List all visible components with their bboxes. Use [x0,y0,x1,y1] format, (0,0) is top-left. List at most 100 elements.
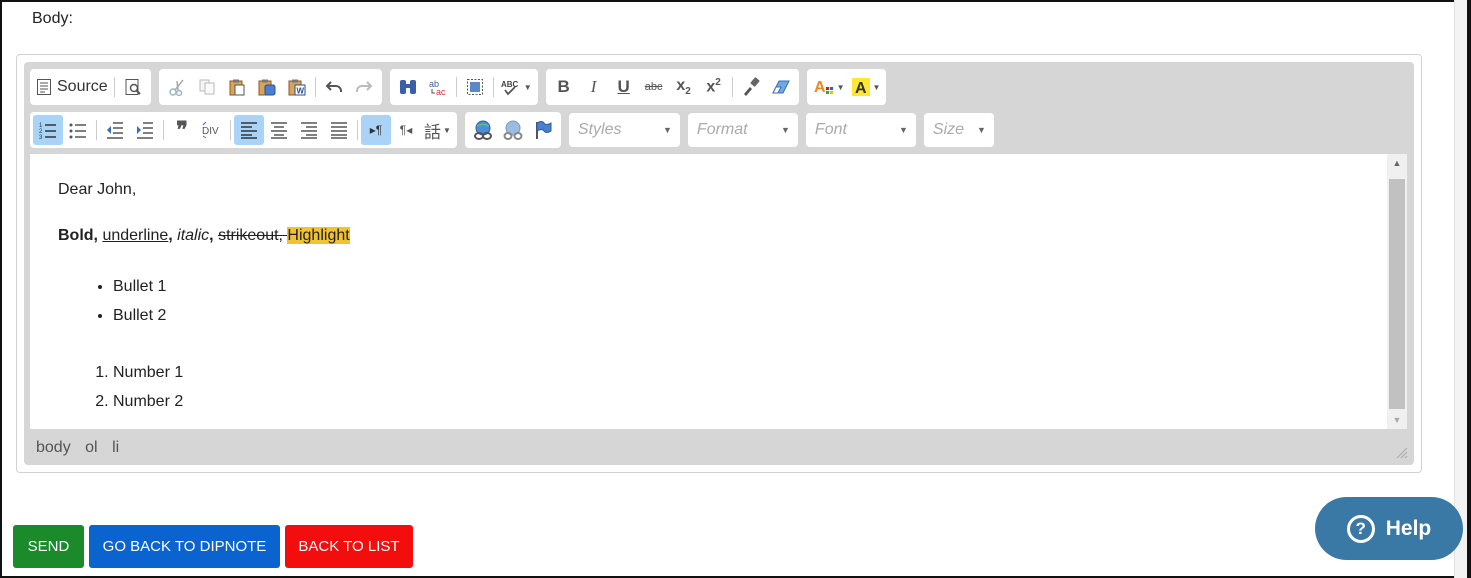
send-button[interactable]: SEND [13,525,84,568]
body-label: Body: [32,10,73,27]
paste-word-button[interactable]: W [282,72,312,102]
help-button[interactable]: ? Help [1315,497,1463,560]
background-color-button[interactable]: A ▼ [848,72,884,102]
size-dropdown[interactable]: Size ▼ [923,113,994,147]
align-center-button[interactable] [264,115,294,145]
editor-scrollbar[interactable]: ▲ ▼ [1387,154,1407,429]
list-item: Number 1 [113,358,1359,387]
anchor-button[interactable] [528,115,558,145]
font-dropdown-label: Font [814,121,847,138]
text-direction-rtl-button[interactable]: ¶◂ [391,115,421,145]
redo-button[interactable] [349,72,379,102]
svg-text:ac: ac [436,87,446,96]
chevron-down-icon: ▼ [977,125,986,135]
language-button[interactable]: 話 ▼ [421,115,454,145]
copy-format-button[interactable] [736,72,766,102]
source-button[interactable]: Source [33,72,111,102]
scissors-icon [168,78,186,96]
select-all-button[interactable] [460,72,490,102]
format-dropdown[interactable]: Format ▼ [687,113,798,147]
underline-button[interactable]: U [609,72,639,102]
italic-text: italic [177,227,210,244]
bulleted-list: Bullet 1 Bullet 2 [58,272,1359,330]
strike-button[interactable]: abc [639,72,669,102]
numbered-list-icon: 123 [38,120,58,140]
toolbar-separator [230,120,231,140]
path-item-ol[interactable]: ol [85,439,97,456]
list-item: Number 2 [113,387,1359,416]
paste-text-icon [257,78,277,96]
path-item-li[interactable]: li [112,439,119,456]
align-left-button[interactable] [234,115,264,145]
go-back-to-dipnote-button[interactable]: GO BACK TO DIPNOTE [89,525,280,568]
italic-button[interactable]: I [579,72,609,102]
paste-text-button[interactable] [252,72,282,102]
help-label: Help [1385,516,1432,540]
remove-format-button[interactable] [766,72,796,102]
scroll-down-arrow-icon[interactable]: ▼ [1387,411,1407,429]
scroll-up-arrow-icon[interactable]: ▲ [1387,154,1407,172]
size-dropdown-label: Size [932,121,965,138]
back-to-list-button[interactable]: BACK TO LIST [285,525,413,568]
underline-icon: U [617,77,630,96]
blockquote-button[interactable]: ❞ [167,115,197,145]
path-item-body[interactable]: body [36,439,71,456]
text-color-button[interactable]: A ▼ [810,72,848,102]
link-button[interactable] [468,115,498,145]
numbered-list-button[interactable]: 123 [33,115,63,145]
styles-dropdown-label: Styles [577,121,622,138]
subscript-button[interactable]: x2 [669,72,699,102]
greeting-paragraph: Dear John, [58,181,137,198]
align-justify-button[interactable] [324,115,354,145]
superscript-button[interactable]: x2 [699,72,729,102]
toolbar-separator [314,77,316,97]
font-dropdown[interactable]: Font ▼ [805,113,916,147]
highlight-color-icon: A [851,77,871,97]
outdent-icon [105,120,125,140]
source-label: Source [57,78,108,95]
unlink-button[interactable] [498,115,528,145]
editor-content-area[interactable]: Dear John, Bold, underline, italic, stri… [30,154,1387,429]
toolbar-group-clipboard: W [158,69,382,105]
chevron-down-icon: ▼ [836,82,845,92]
create-div-button[interactable]: DIV [197,115,227,145]
indent-icon [135,120,155,140]
italic-icon: I [590,77,597,96]
text-color-icon: A [813,77,835,97]
resize-handle-icon[interactable] [1394,445,1408,459]
numbered-list: Number 1 Number 2 [58,358,1359,416]
toolbar-group-basicstyles: B I U abc x2 x2 [545,69,799,105]
scrollbar-thumb[interactable] [1389,179,1405,409]
spellcheck-button[interactable]: ABC ▼ [497,72,535,102]
find-button[interactable] [393,72,423,102]
unlink-globe-icon [502,120,524,140]
svg-text:3: 3 [39,135,43,140]
bold-icon: B [557,77,570,96]
rich-text-editor: Source W ab ac ABC ▼ B I U abc x2 x2 A ▼… [24,62,1414,465]
cut-button[interactable] [162,72,192,102]
chevron-down-icon: ▼ [663,125,672,135]
outdent-button[interactable] [100,115,130,145]
toolbar-separator [113,77,115,97]
align-right-icon [300,121,318,139]
undo-icon [325,79,343,95]
align-left-icon [240,121,258,139]
bold-button[interactable]: B [549,72,579,102]
styles-dropdown[interactable]: Styles ▼ [568,113,680,147]
chevron-down-icon: ▼ [781,125,790,135]
undo-button[interactable] [319,72,349,102]
copy-button[interactable] [192,72,222,102]
text-direction-ltr-button[interactable]: ▸¶ [361,115,391,145]
comma-separator: , [209,227,219,244]
align-right-button[interactable] [294,115,324,145]
toolbar-separator [163,120,164,140]
bulleted-list-button[interactable] [63,115,93,145]
format-dropdown-label: Format [696,121,748,138]
preview-button[interactable] [118,72,148,102]
replace-button[interactable]: ab ac [423,72,453,102]
elements-path-bar: body ol li [36,439,129,457]
toolbar-group-colors: A ▼ A ▼ [806,69,887,105]
paste-button[interactable] [222,72,252,102]
indent-button[interactable] [130,115,160,145]
language-icon: 話 [424,122,441,142]
